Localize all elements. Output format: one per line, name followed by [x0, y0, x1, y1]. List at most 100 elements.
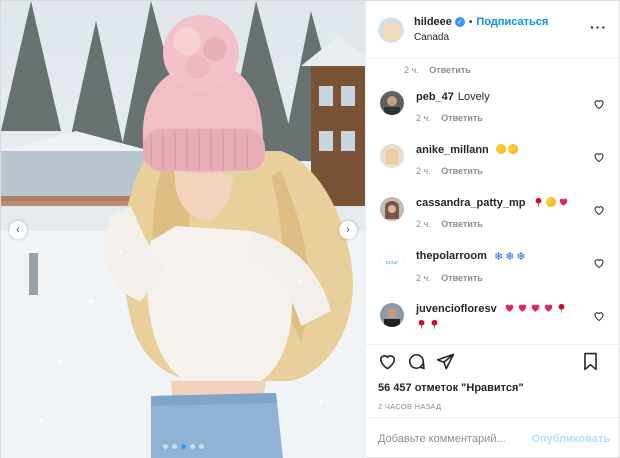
author-username[interactable]: hildeee — [414, 15, 452, 30]
comment-text: cassandra_patty_mp — [416, 195, 596, 211]
smiling-face-emoji-icon — [545, 197, 556, 207]
comment-username[interactable]: peb_47 — [416, 91, 454, 103]
comment-body: peb_47 Lovely 2 ч. Ответить — [416, 89, 596, 136]
comment-text: peb_47 Lovely — [416, 89, 596, 105]
comment-text: juvenciofloresv — [416, 301, 596, 333]
chevron-right-icon: › — [346, 224, 350, 236]
red-heart-emoji-icon — [518, 304, 527, 312]
post-actions-bar — [366, 344, 620, 378]
comment-meta: 2 ч. Ответить — [416, 219, 596, 229]
comment-like-heart-icon[interactable] — [593, 204, 605, 216]
comment-like-heart-icon[interactable] — [593, 151, 605, 163]
commenter-avatar-image — [380, 197, 404, 221]
header-top-line: hildeee ✓ • Подписаться — [414, 15, 548, 30]
follow-button[interactable]: Подписаться — [476, 15, 548, 30]
comment-input[interactable] — [378, 432, 532, 445]
comment-item: anike_millann 2 ч. Ответить — [380, 136, 607, 189]
post-photo[interactable]: ‹ › — [1, 1, 365, 458]
verified-badge-icon: ✓ — [454, 17, 465, 27]
comment-item: juvenciofloresv — [380, 295, 607, 344]
commenter-avatar-image: polar — [380, 250, 404, 274]
comment-body: juvenciofloresv — [416, 301, 596, 344]
heart-eyes-emoji-icon — [495, 144, 506, 154]
carousel-dot — [162, 444, 168, 449]
post-location[interactable]: Canada — [414, 30, 548, 45]
carousel-dot — [189, 444, 195, 449]
rose-emoji-icon — [418, 319, 425, 329]
commenter-avatar-image — [380, 91, 404, 115]
carousel-dot-active — [180, 444, 186, 449]
kiss-face-emoji-icon — [507, 144, 518, 154]
post-header: hildeee ✓ • Подписаться Canada ··· — [366, 1, 620, 59]
carousel-dot — [171, 444, 177, 449]
publish-button[interactable]: Опубликовать — [531, 433, 610, 445]
comment-item: cassandra_patty_mp 2 ч. Ответить — [380, 189, 607, 242]
caption-meta: 2 ч. Ответить — [380, 59, 607, 83]
carousel-dot — [198, 444, 204, 449]
comments-list[interactable]: 2 ч. Ответить peb_47 Lovely 2 ч. Ответить — [366, 59, 620, 344]
commenter-avatar[interactable]: polar — [380, 250, 404, 274]
comment-username[interactable]: anike_millann — [416, 144, 489, 156]
red-heart-emoji-icon — [559, 198, 567, 206]
comment-message: Lovely — [457, 91, 490, 103]
comment-username[interactable]: juvenciofloresv — [416, 303, 497, 315]
comment-body: anike_millann 2 ч. Ответить — [416, 142, 596, 189]
commenter-avatar[interactable] — [380, 144, 404, 168]
comment-reply-button[interactable]: Ответить — [441, 273, 483, 283]
author-avatar[interactable] — [378, 16, 404, 43]
comment-time: 2 ч. — [416, 166, 431, 176]
header-separator: • — [468, 16, 473, 28]
next-photo-button[interactable]: › — [339, 221, 357, 239]
commenter-avatar[interactable] — [380, 91, 404, 115]
previous-photo-button[interactable]: ‹ — [9, 221, 27, 239]
red-heart-emoji-icon — [531, 304, 540, 312]
comment-meta: 2 ч. Ответить — [416, 113, 596, 123]
instagram-post: ‹ › hildeee ✓ • Подписаться Canada ··· 2… — [0, 0, 620, 458]
caption-reply-button[interactable]: Ответить — [429, 65, 471, 75]
comment-meta: 2 ч. Ответить — [416, 166, 596, 176]
more-options-icon[interactable]: ··· — [590, 19, 607, 35]
comment-text: anike_millann — [416, 142, 596, 158]
red-heart-emoji-icon — [505, 304, 514, 312]
comment-like-heart-icon[interactable] — [593, 310, 605, 322]
post-time-ago[interactable]: 2 ЧАСОВ НАЗАД — [366, 394, 620, 411]
comment-reply-button[interactable]: Ответить — [441, 219, 483, 229]
rose-emoji-icon — [431, 319, 438, 329]
header-text: hildeee ✓ • Подписаться Canada — [414, 15, 548, 45]
rose-emoji-icon — [535, 197, 541, 207]
comment-item: polar thepolarroom ❄ ❄ ❄ 2 ч. Ответить — [380, 242, 607, 295]
comment-username[interactable]: thepolarroom — [416, 250, 487, 262]
comment-like-heart-icon[interactable] — [593, 257, 605, 269]
comment-username[interactable]: cassandra_patty_mp — [416, 197, 525, 209]
rose-emoji-icon — [558, 303, 565, 313]
caption-time: 2 ч. — [404, 65, 419, 75]
comment-reply-button[interactable]: Ответить — [441, 113, 483, 123]
commenter-avatar[interactable] — [380, 303, 404, 327]
post-side-panel: hildeee ✓ • Подписаться Canada ··· 2 ч. … — [365, 1, 620, 458]
comment-time: 2 ч. — [416, 113, 431, 123]
commenter-avatar[interactable] — [380, 197, 404, 221]
comment-time: 2 ч. — [416, 219, 431, 229]
likes-count[interactable]: 56 457 отметок "Нравится" — [366, 378, 620, 394]
chevron-left-icon: ‹ — [16, 224, 20, 236]
snowflake-emoji-icon: ❄ — [505, 251, 515, 263]
comment-time: 2 ч. — [416, 273, 431, 283]
author-avatar-image — [379, 17, 403, 42]
comment-like-heart-icon[interactable] — [593, 98, 605, 110]
add-comment-bar: Опубликовать — [366, 417, 620, 458]
red-heart-emoji-icon — [544, 304, 553, 312]
comment-item: peb_47 Lovely 2 ч. Ответить — [380, 83, 607, 136]
commenter-avatar-image — [380, 144, 404, 168]
carousel-indicator — [1, 444, 365, 449]
comment-text: thepolarroom ❄ ❄ ❄ — [416, 248, 596, 265]
comment-reply-button[interactable]: Ответить — [441, 166, 483, 176]
snowflake-emoji-icon: ❄ — [493, 251, 504, 263]
paper-plane-icon[interactable] — [436, 352, 455, 371]
bookmark-icon[interactable] — [582, 352, 599, 371]
commenter-avatar-image — [380, 303, 404, 327]
comment-body: cassandra_patty_mp 2 ч. Ответить — [416, 195, 596, 242]
svg-text:polar: polar — [386, 260, 400, 266]
heart-icon[interactable] — [378, 352, 397, 371]
comment-icon[interactable] — [407, 352, 426, 371]
comment-meta: 2 ч. Ответить — [416, 273, 596, 283]
